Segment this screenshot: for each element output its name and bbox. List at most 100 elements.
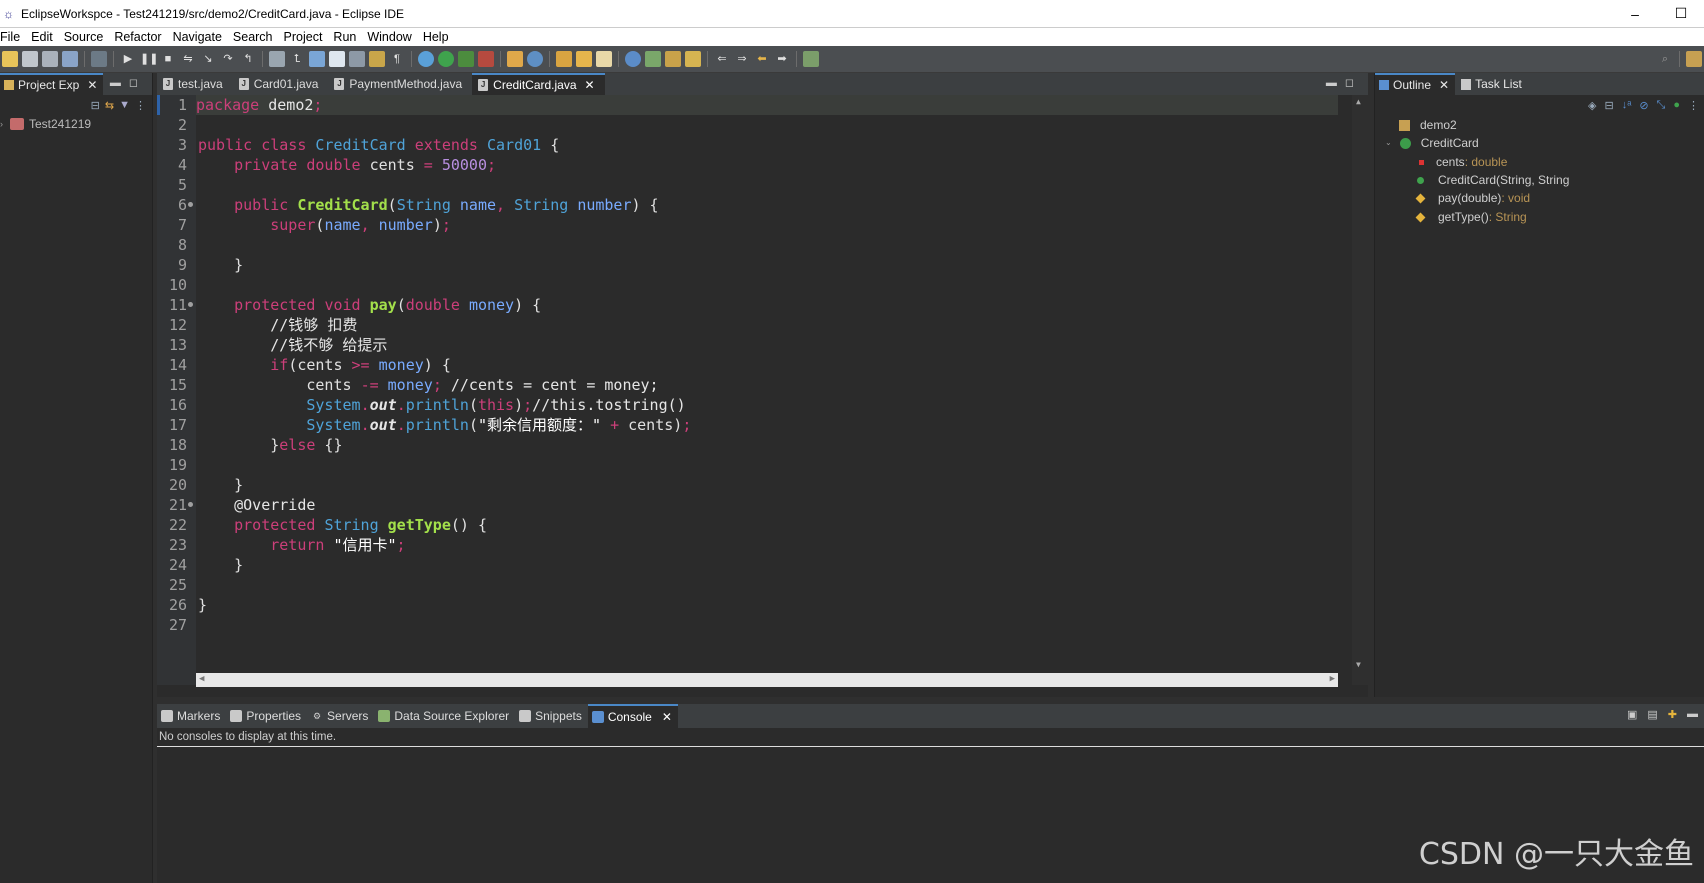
- pin-console-icon[interactable]: ▤: [1647, 708, 1657, 721]
- menu-navigate[interactable]: Navigate: [168, 30, 228, 44]
- close-icon[interactable]: ✕: [87, 78, 97, 92]
- tab-servers[interactable]: ⚙ Servers: [307, 704, 374, 728]
- next-annotation-icon[interactable]: [685, 51, 701, 67]
- forward-arrow-icon[interactable]: ➡: [774, 51, 790, 67]
- step-return-icon[interactable]: ↰: [240, 51, 256, 67]
- open-type-icon[interactable]: [556, 51, 572, 67]
- menu-refactor[interactable]: Refactor: [109, 30, 167, 44]
- code-editor[interactable]: 1 2 3 4 5 6 7 8 9 10 11 12 13 14 15 16 17 18 19 20 21 22 23 24 2…: [157, 95, 1368, 687]
- web-browser-icon[interactable]: [625, 51, 641, 67]
- minimize-button[interactable]: –: [1612, 0, 1658, 27]
- show-whitespace-icon[interactable]: [369, 51, 385, 67]
- menu-edit[interactable]: Edit: [26, 30, 59, 44]
- new-icon[interactable]: [2, 51, 18, 67]
- menu-help[interactable]: Help: [418, 30, 455, 44]
- skip-breakpoints-icon[interactable]: [91, 51, 107, 67]
- terminate-icon[interactable]: ■: [160, 51, 176, 67]
- menu-file[interactable]: File: [0, 30, 26, 44]
- maximize-button[interactable]: ☐: [1658, 0, 1704, 27]
- expand-chevron-icon[interactable]: ›: [0, 119, 8, 129]
- tab-markers[interactable]: Markers: [157, 704, 226, 728]
- open-task-icon[interactable]: [576, 51, 592, 67]
- pilcrow-icon[interactable]: ¶: [389, 51, 405, 67]
- hide-local-types-icon[interactable]: ●: [1673, 99, 1680, 111]
- tab-console[interactable]: Console ✕: [587, 704, 678, 728]
- new-java-project-icon[interactable]: [507, 51, 523, 67]
- highlight-icon[interactable]: [329, 51, 345, 67]
- tab-data-source-explorer[interactable]: Data Source Explorer: [374, 704, 515, 728]
- search-icon[interactable]: ⌕: [1657, 51, 1673, 67]
- tab-creditcard-java[interactable]: J CreditCard.java ✕: [472, 73, 605, 95]
- new-package-icon[interactable]: [527, 51, 543, 67]
- tree-item-project[interactable]: › Test241219: [0, 115, 152, 133]
- view-menu-icon[interactable]: ⋮: [1688, 99, 1699, 112]
- search-pen-icon[interactable]: [596, 51, 612, 67]
- last-edit-icon[interactable]: ⇐: [714, 51, 730, 67]
- minimize-icon[interactable]: ▬: [1687, 708, 1698, 721]
- close-icon[interactable]: ✕: [585, 78, 595, 92]
- fold-marker-icon[interactable]: [188, 202, 193, 207]
- close-icon[interactable]: ✕: [662, 710, 672, 724]
- editor-minimize-maximize-icon[interactable]: ▬◻: [1326, 76, 1362, 89]
- fold-marker-icon[interactable]: [188, 502, 193, 507]
- menu-source[interactable]: Source: [59, 30, 110, 44]
- outline-item-field[interactable]: cents : double: [1419, 153, 1507, 171]
- tab-outline[interactable]: Outline ✕: [1375, 73, 1456, 95]
- open-console-icon[interactable]: ✚: [1668, 708, 1677, 721]
- outline-item-package[interactable]: demo2: [1399, 116, 1457, 134]
- display-console-icon[interactable]: ▣: [1627, 708, 1637, 721]
- debug-icon[interactable]: [418, 51, 434, 67]
- tab-test-java[interactable]: J test.java: [157, 73, 233, 95]
- outline-item-class[interactable]: ⌄ CreditCard: [1385, 134, 1479, 152]
- link-with-editor-icon[interactable]: ⇆: [105, 99, 114, 112]
- step-into-icon[interactable]: ↘: [200, 51, 216, 67]
- coverage-icon[interactable]: [458, 51, 474, 67]
- suspend-icon[interactable]: ❚❚: [140, 51, 158, 67]
- block-select-icon[interactable]: [349, 51, 365, 67]
- collapse-all-icon[interactable]: ⊟: [1605, 99, 1614, 112]
- back-arrow-icon[interactable]: ⬅: [754, 51, 770, 67]
- pin-editor-icon[interactable]: [803, 51, 819, 67]
- drop-to-frame-icon[interactable]: ⮤: [289, 51, 305, 67]
- tab-task-list[interactable]: Task List: [1455, 77, 1528, 91]
- filter-icon[interactable]: ▼: [119, 99, 130, 111]
- view-menu-icon[interactable]: ⋮: [135, 99, 146, 112]
- hide-static-icon[interactable]: ⊘: [1639, 99, 1648, 112]
- save-icon[interactable]: [22, 51, 38, 67]
- view-minimize-maximize-icon[interactable]: ▬◻: [110, 76, 146, 89]
- annotation-icon[interactable]: [665, 51, 681, 67]
- scroll-left-icon[interactable]: ◀: [199, 674, 204, 684]
- tab-properties[interactable]: Properties: [226, 704, 307, 728]
- toggle-mark-icon[interactable]: [309, 51, 325, 67]
- chevron-down-icon[interactable]: ⌄: [1385, 134, 1392, 152]
- close-icon[interactable]: ✕: [1439, 78, 1449, 92]
- forward-history-icon[interactable]: ⇒: [734, 51, 750, 67]
- run-icon[interactable]: [438, 51, 454, 67]
- horizontal-scrollbar[interactable]: ◀ ▶: [196, 673, 1338, 687]
- open-console-icon[interactable]: [269, 51, 285, 67]
- run-on-server-icon[interactable]: [645, 51, 661, 67]
- resume-icon[interactable]: ▶: [120, 51, 136, 67]
- disconnect-icon[interactable]: ⇋: [180, 51, 196, 67]
- scroll-down-icon[interactable]: ▼: [1356, 660, 1361, 669]
- print-icon[interactable]: [62, 51, 78, 67]
- sort-icon[interactable]: ↓ᵃ: [1622, 99, 1632, 111]
- external-tools-icon[interactable]: [478, 51, 494, 67]
- outline-item-method[interactable]: pay(double) : void: [1415, 189, 1530, 207]
- collapse-all-icon[interactable]: ⊟: [91, 99, 100, 112]
- perspective-icon[interactable]: [1686, 51, 1702, 67]
- tab-snippets[interactable]: Snippets: [515, 704, 588, 728]
- menu-project[interactable]: Project: [279, 30, 329, 44]
- tab-project-explorer[interactable]: Project Exp ✕: [0, 73, 104, 95]
- fold-marker-icon[interactable]: [188, 302, 193, 307]
- hide-nonpublic-icon[interactable]: ⤡: [1657, 99, 1666, 112]
- tab-card01-java[interactable]: J Card01.java: [233, 73, 329, 95]
- menu-run[interactable]: Run: [328, 30, 362, 44]
- tab-paymentmethod-java[interactable]: J PaymentMethod.java: [328, 73, 472, 95]
- scroll-up-icon[interactable]: ▲: [1356, 97, 1361, 106]
- menu-window[interactable]: Window: [362, 30, 417, 44]
- menu-search[interactable]: Search: [228, 30, 279, 44]
- save-all-icon[interactable]: [42, 51, 58, 67]
- outline-item-constructor[interactable]: CreditCard(String, String: [1417, 171, 1569, 189]
- code-text-area[interactable]: package demo2; public class CreditCard e…: [196, 95, 1338, 685]
